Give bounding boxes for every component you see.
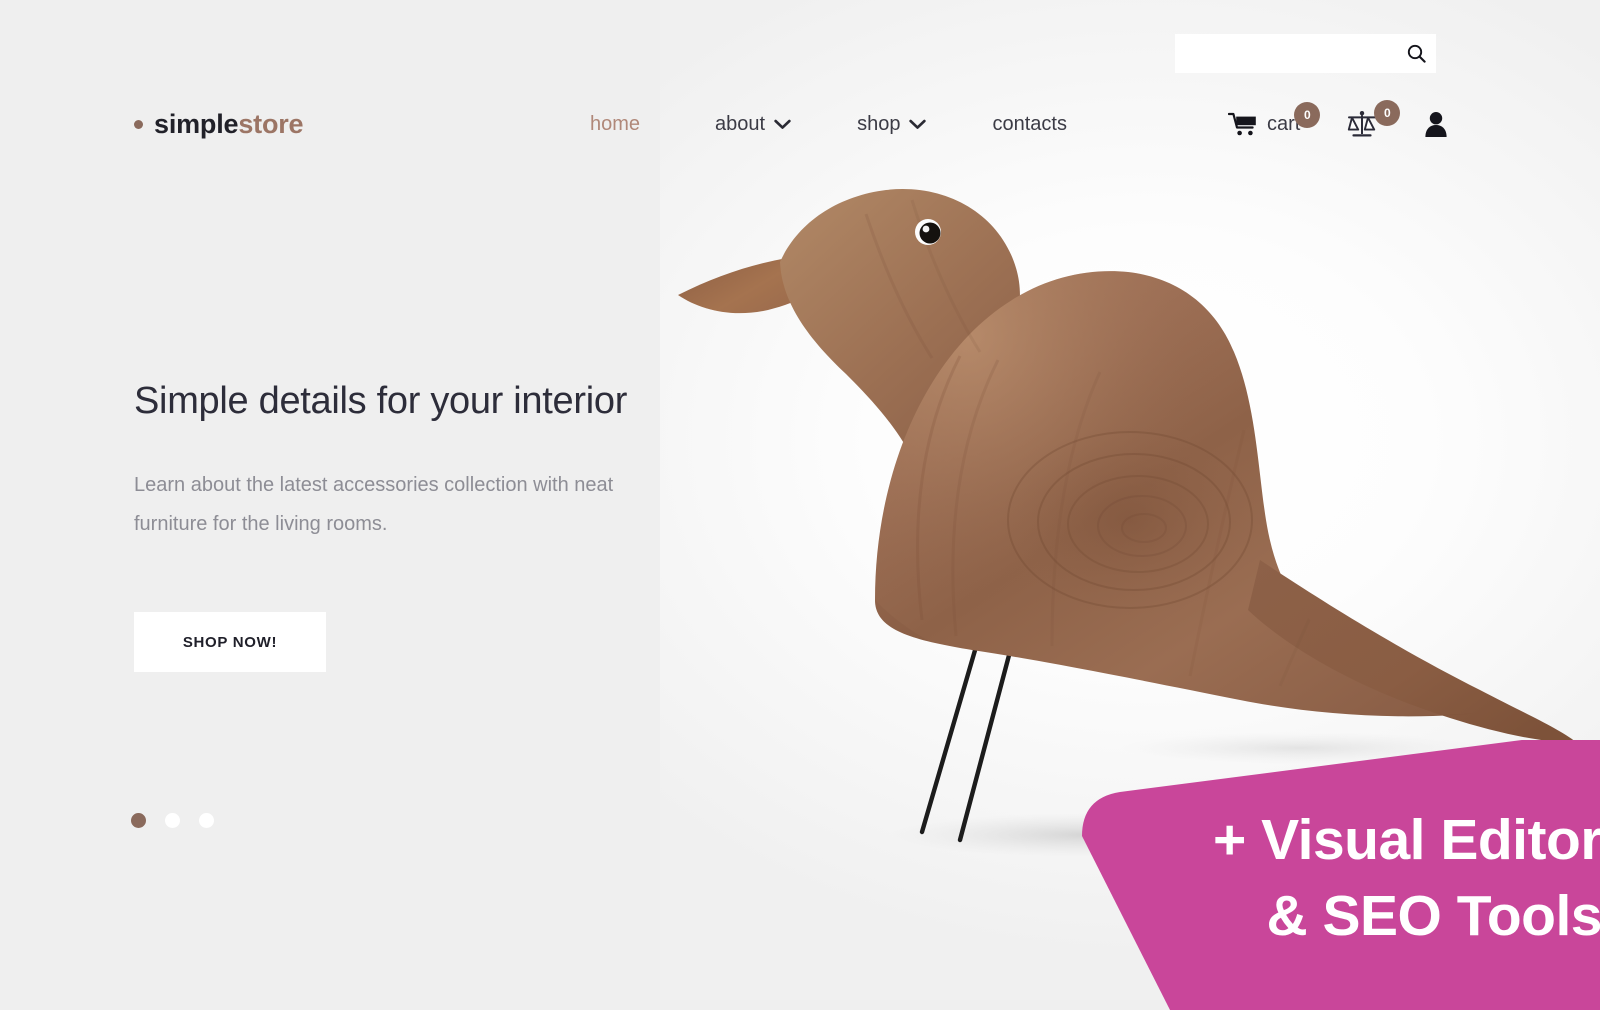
search-submit-button[interactable] xyxy=(1396,34,1436,73)
hero-copy: Simple details for your interior Learn a… xyxy=(134,380,694,673)
site-logo[interactable]: simplestore xyxy=(134,95,304,153)
slider-dot-1[interactable] xyxy=(131,813,146,828)
search-box[interactable] xyxy=(1175,34,1436,73)
chevron-down-icon xyxy=(774,119,791,129)
slider-dot-2[interactable] xyxy=(165,813,180,828)
hero-title: Simple details for your interior xyxy=(134,380,628,422)
cart-count-badge: 0 xyxy=(1294,101,1321,128)
logo-dot-icon xyxy=(134,119,143,129)
main-navigation: home about shop contacts xyxy=(590,95,1100,153)
compare-button[interactable]: 0 xyxy=(1346,100,1401,138)
logo-text-first: simple xyxy=(154,108,239,139)
slider-dot-3[interactable] xyxy=(199,813,214,828)
nav-label-about: about xyxy=(715,112,766,135)
nav-item-about[interactable]: about xyxy=(682,113,824,136)
header-tools: cart 0 0 xyxy=(1228,95,1448,153)
nav-item-shop[interactable]: shop xyxy=(824,113,959,136)
hero-subtitle: Learn about the latest accessories colle… xyxy=(134,473,614,536)
chevron-down-icon xyxy=(909,119,927,129)
user-account-icon xyxy=(1425,111,1447,137)
search-input[interactable] xyxy=(1175,34,1396,73)
site-header: simplestore home about shop contacts car… xyxy=(0,95,1600,153)
search-icon xyxy=(1407,44,1426,63)
logo-text-second: store xyxy=(238,108,304,139)
shopping-cart-icon xyxy=(1228,112,1256,135)
nav-label-home: home xyxy=(590,112,641,135)
slider-pagination xyxy=(131,813,214,828)
nav-item-contacts[interactable]: contacts xyxy=(959,113,1099,136)
shop-now-button[interactable]: SHOP NOW! xyxy=(134,612,326,673)
compare-count-badge: 0 xyxy=(1374,100,1401,126)
nav-label-contacts: contacts xyxy=(992,112,1067,135)
page-root: simplestore home about shop contacts car… xyxy=(0,0,1600,1010)
nav-label-shop: shop xyxy=(857,112,901,135)
cart-button[interactable]: cart 0 xyxy=(1228,101,1321,137)
logo-text: simplestore xyxy=(154,108,304,140)
nav-item-home[interactable]: home xyxy=(590,113,682,136)
account-button[interactable] xyxy=(1424,111,1448,138)
